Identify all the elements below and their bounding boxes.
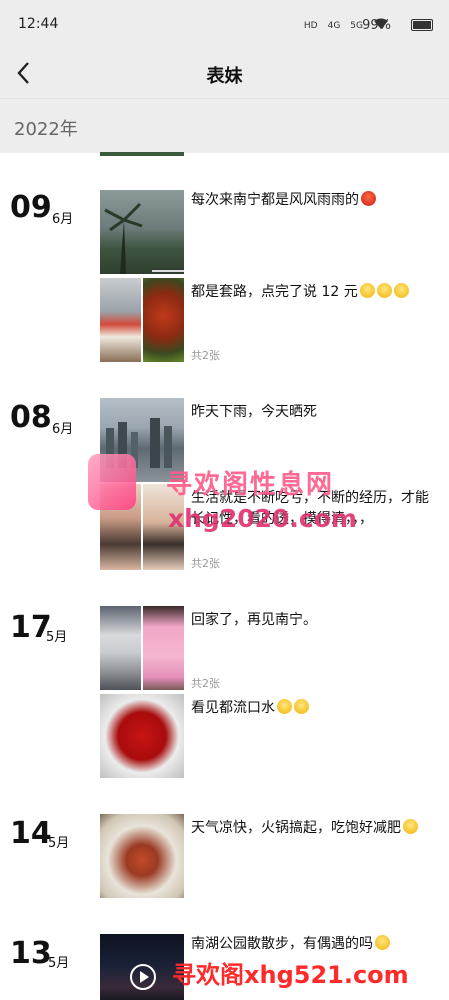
- post-text-content: 昨天下雨，今天晒死: [191, 404, 317, 420]
- battery-icon: [411, 19, 433, 31]
- entry-day: 08: [10, 400, 52, 435]
- timeline-feed[interactable]: 09 6月 每次来南宁都是风风雨雨的 都是套路，点完了说 12 元 共2张 08…: [0, 152, 449, 1000]
- entry-month: 5月: [46, 630, 68, 645]
- status-time: 12:44: [18, 16, 59, 32]
- photo-thumbnail[interactable]: [100, 278, 141, 362]
- year-label: 2022年: [14, 119, 78, 140]
- post-text-content: 天气凉快，火锅搞起，吃饱好减肥: [191, 820, 401, 836]
- photo-thumbnail[interactable]: [100, 152, 184, 156]
- entry-day: 14: [10, 816, 52, 851]
- angry-face-icon: [361, 191, 376, 206]
- entry-month: 5月: [48, 836, 70, 851]
- photo-thumbnail[interactable]: [100, 190, 184, 274]
- watermark-logo-icon: [88, 454, 136, 510]
- status-bar: 12:44 HD 4G 5G 99%: [0, 0, 449, 50]
- photo-count: 共2张: [191, 557, 220, 570]
- photo-thumbnail[interactable]: [100, 694, 184, 778]
- entry-day: 09: [10, 190, 52, 225]
- watermark: 寻欢阁性息网 xhg2020.com: [88, 452, 358, 547]
- post-text[interactable]: 天气凉快，火锅搞起，吃饱好减肥: [191, 818, 441, 839]
- post-text[interactable]: 回家了，再见南宁。: [191, 610, 441, 631]
- post-text-content: 看见都流口水: [191, 700, 275, 716]
- 4g-signal-icon: 4G: [327, 20, 341, 31]
- grin-face-icon: [393, 283, 409, 298]
- post-text[interactable]: 南湖公园散散步，有偶遇的吗: [191, 934, 441, 955]
- post-text-content: 南湖公园散散步，有偶遇的吗: [191, 936, 373, 952]
- post-text[interactable]: 昨天下雨，今天晒死: [191, 402, 441, 423]
- grin-face-icon: [294, 699, 309, 714]
- year-header: 2022年: [0, 98, 449, 153]
- watermark-title: 寻欢阁性息网: [166, 470, 335, 500]
- photo-thumbnail[interactable]: [100, 606, 141, 690]
- hd-network-icon: HD: [303, 20, 318, 31]
- entry-day: 13: [10, 936, 52, 971]
- post-text-content: 每次来南宁都是风风雨雨的: [191, 192, 359, 208]
- relieved-face-icon: [403, 819, 418, 834]
- photo-thumbnail[interactable]: [143, 606, 184, 690]
- watermark-url: xhg2020.com: [168, 504, 357, 533]
- watermark-bottom: 寻欢阁xhg521.com: [172, 961, 409, 989]
- grin-face-icon: [359, 283, 375, 298]
- play-icon[interactable]: [130, 964, 156, 990]
- smile-face-icon: [375, 935, 390, 950]
- post-text[interactable]: 每次来南宁都是风风雨雨的: [191, 190, 441, 211]
- 5g-signal-icon: 5G: [350, 20, 363, 31]
- grin-face-icon: [277, 699, 292, 714]
- post-text[interactable]: 看见都流口水: [191, 698, 441, 719]
- grin-face-icon: [376, 283, 392, 298]
- photo-thumbnail[interactable]: [100, 814, 184, 898]
- entry-month: 6月: [52, 212, 74, 227]
- post-text[interactable]: 都是套路，点完了说 12 元: [191, 282, 441, 303]
- post-text-content: 都是套路，点完了说 12 元: [191, 284, 358, 300]
- photo-thumbnail[interactable]: [143, 278, 184, 362]
- nav-bar: 表妹: [0, 50, 449, 98]
- entry-month: 5月: [48, 956, 70, 971]
- entry-month: 6月: [52, 422, 74, 437]
- photo-count: 共2张: [191, 677, 220, 690]
- battery-percent: 99%: [362, 18, 391, 33]
- photo-count: 共2张: [191, 349, 220, 362]
- post-text-content: 回家了，再见南宁。: [191, 612, 317, 628]
- page-title: 表妹: [206, 66, 243, 87]
